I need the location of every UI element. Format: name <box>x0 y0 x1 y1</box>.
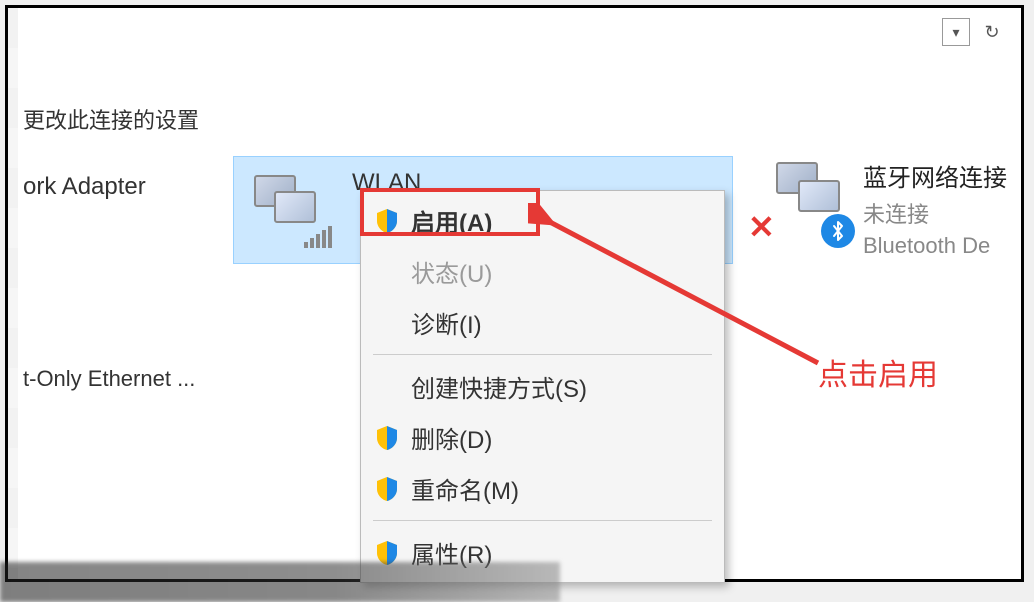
taskbar-blur <box>0 562 560 602</box>
bluetooth-network-icon: ✕ <box>768 158 853 248</box>
disconnected-cross-icon: ✕ <box>748 208 775 246</box>
menu-delete[interactable]: 删除(D) <box>363 412 722 463</box>
menu-diagnose[interactable]: 诊断(I) <box>363 297 722 348</box>
context-menu: 启用(A) 状态(U) 诊断(I) 创建快捷方式(S) 删除(D) <box>360 190 725 583</box>
menu-rename[interactable]: 重命名(M) <box>363 463 722 514</box>
wlan-network-icon <box>249 173 334 248</box>
annotation-text: 点击启用 <box>818 350 938 394</box>
menu-delete-label: 删除(D) <box>411 420 492 455</box>
bluetooth-badge-icon <box>821 214 855 248</box>
shield-icon <box>375 208 399 234</box>
bluetooth-name: 蓝牙网络连接 <box>863 158 1007 193</box>
menu-diagnose-label: 诊断(I) <box>411 305 482 340</box>
bluetooth-adapter-item[interactable]: ✕ 蓝牙网络连接 未连接 Bluetooth De <box>768 158 1007 259</box>
chevron-down-icon: ▾ <box>952 24 959 41</box>
refresh-button[interactable]: ↻ <box>978 18 1006 46</box>
bluetooth-desc: Bluetooth De <box>863 233 1007 259</box>
dropdown-button[interactable]: ▾ <box>942 18 970 46</box>
bluetooth-status: 未连接 <box>863 197 1007 229</box>
refresh-icon: ↻ <box>984 22 999 43</box>
left-edge-decoration <box>8 8 18 579</box>
adapter-label-partial: ork Adapter <box>23 173 146 201</box>
menu-separator <box>373 354 712 355</box>
bluetooth-text: 蓝牙网络连接 未连接 Bluetooth De <box>863 158 1007 259</box>
shield-icon <box>375 476 399 502</box>
toolbar: ▾ ↻ <box>942 18 1006 46</box>
menu-enable[interactable]: 启用(A) <box>363 195 722 246</box>
menu-rename-label: 重命名(M) <box>411 471 519 506</box>
ethernet-label-partial: t-Only Ethernet ... <box>23 366 195 392</box>
menu-status-label: 状态(U) <box>411 254 492 289</box>
menu-enable-label: 启用(A) <box>411 203 492 238</box>
menu-status: 状态(U) <box>363 246 722 297</box>
network-connections-window: ▾ ↻ 更改此连接的设置 ork Adapter t-Only Ethernet… <box>5 5 1024 582</box>
menu-separator <box>373 520 712 521</box>
menu-create-shortcut[interactable]: 创建快捷方式(S) <box>363 361 722 412</box>
menu-create-shortcut-label: 创建快捷方式(S) <box>411 369 587 404</box>
signal-bars-icon <box>304 226 332 248</box>
settings-header[interactable]: 更改此连接的设置 <box>23 103 199 135</box>
shield-icon <box>375 425 399 451</box>
